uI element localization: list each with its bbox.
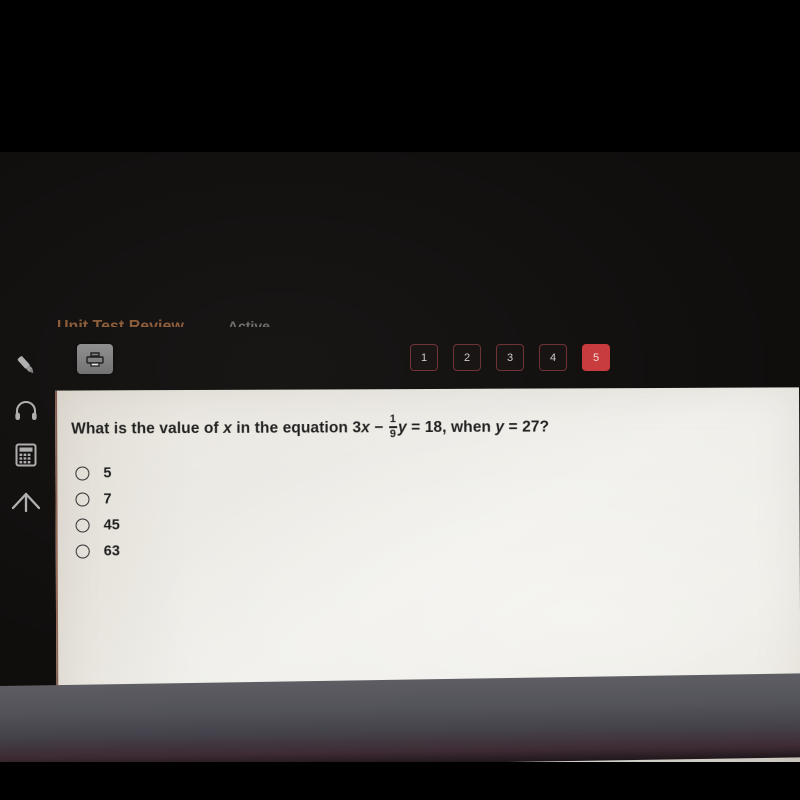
answer-option-label: 63 bbox=[103, 542, 120, 559]
answer-option[interactable]: 5 bbox=[75, 460, 119, 485]
question-tab-2[interactable]: 2 bbox=[453, 344, 481, 371]
answer-option[interactable]: 7 bbox=[75, 486, 119, 511]
question-variable-x1: x bbox=[223, 419, 232, 437]
calculator-icon bbox=[13, 442, 39, 468]
headphones-icon bbox=[12, 397, 40, 425]
answer-option-label: 7 bbox=[103, 490, 112, 507]
app-chrome: Unit Test Review Active 1 2 3 4 5 What i… bbox=[0, 152, 800, 800]
course-status: Active bbox=[227, 318, 270, 327]
fraction-numerator: 1 bbox=[389, 413, 397, 426]
question-tabs: 1 2 3 4 5 bbox=[410, 344, 610, 371]
highlighter-icon bbox=[12, 351, 40, 379]
tool-rail bbox=[0, 332, 52, 532]
fraction-denominator: 9 bbox=[389, 427, 397, 440]
printer-icon bbox=[85, 350, 105, 368]
answer-option-label: 5 bbox=[103, 464, 112, 481]
question-mid: in the equation 3 bbox=[231, 419, 362, 437]
question-suffix: = 27? bbox=[504, 418, 550, 436]
screen-photo: Unit Test Review Active 1 2 3 4 5 What i… bbox=[0, 0, 800, 800]
answer-options: 5 7 45 63 bbox=[75, 460, 120, 564]
course-title: Unit Test Review bbox=[57, 318, 184, 328]
course-header: Unit Test Review Active bbox=[57, 309, 270, 328]
radio-button-icon[interactable] bbox=[75, 517, 90, 533]
question-tab-4[interactable]: 4 bbox=[539, 344, 567, 371]
radio-button-icon[interactable] bbox=[75, 543, 90, 559]
question-minus: − bbox=[369, 419, 388, 437]
question-prefix: What is the value of bbox=[71, 419, 224, 438]
answer-option[interactable]: 63 bbox=[75, 538, 120, 563]
question-variable-y2: y bbox=[495, 418, 505, 436]
question-variable-y1: y bbox=[398, 418, 407, 436]
radio-button-icon[interactable] bbox=[75, 491, 90, 507]
calculator-button[interactable] bbox=[8, 438, 44, 472]
question-equals: = 18, when bbox=[406, 418, 496, 436]
print-button[interactable] bbox=[77, 344, 113, 374]
arrow-up-icon bbox=[10, 489, 42, 513]
answer-option-label: 45 bbox=[103, 516, 120, 533]
photo-letterbox-bottom bbox=[0, 762, 800, 800]
read-aloud-button[interactable] bbox=[8, 394, 44, 428]
monitor-bezel bbox=[0, 673, 800, 770]
question-tab-1[interactable]: 1 bbox=[410, 344, 438, 371]
scroll-up-button[interactable] bbox=[8, 484, 44, 518]
fraction-one-ninth: 19 bbox=[388, 413, 398, 440]
answer-option[interactable]: 45 bbox=[75, 512, 120, 537]
question-text: What is the value of x in the equation 3… bbox=[71, 413, 549, 441]
highlighter-tool-button[interactable] bbox=[8, 348, 44, 382]
question-tab-3[interactable]: 3 bbox=[496, 344, 524, 371]
question-tab-5[interactable]: 5 bbox=[582, 344, 610, 371]
radio-button-icon[interactable] bbox=[75, 465, 90, 481]
question-variable-x2: x bbox=[361, 419, 370, 437]
